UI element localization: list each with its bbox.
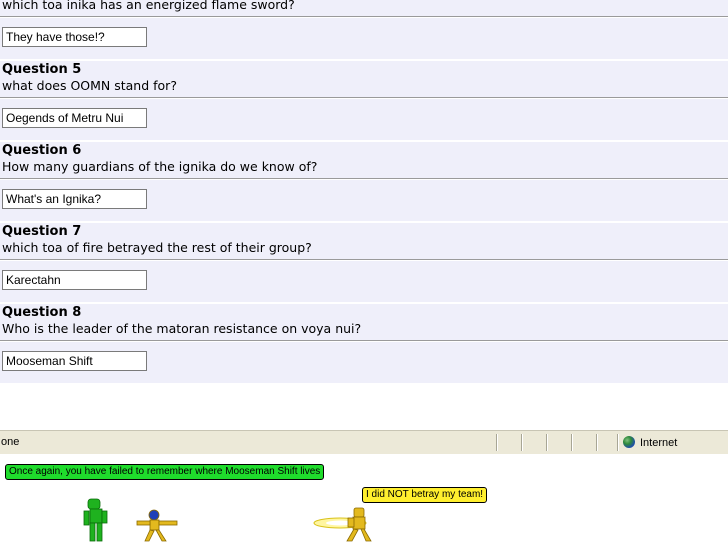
question-header: Question 7 which toa of fire betrayed th… [0, 223, 728, 259]
answer-field[interactable]: Karectahn [2, 270, 147, 290]
question-header: which toa inika has an energized flame s… [0, 0, 728, 16]
status-divider [571, 434, 573, 451]
scene-figures [83, 498, 372, 542]
question-block-8: Question 8 Who is the leader of the mato… [0, 302, 728, 383]
question-block-partial: which toa inika has an energized flame s… [0, 0, 728, 59]
question-block-6: Question 6 How many guardians of the ign… [0, 140, 728, 221]
question-text: what does OOMN stand for? [2, 78, 177, 93]
answer-row: Oegends of Metru Nui [0, 99, 728, 140]
question-title: Question 7 [2, 224, 82, 239]
question-title: Question 6 [2, 143, 82, 158]
status-divider [496, 434, 498, 451]
status-divider [546, 434, 548, 451]
answer-field[interactable]: What's an Ignika? [2, 189, 147, 209]
browser-status-bar: one Internet [0, 430, 728, 454]
answer-field[interactable]: Mooseman Shift [2, 351, 147, 371]
question-header: Question 8 Who is the leader of the mato… [0, 304, 728, 340]
gold-figure-small [136, 509, 178, 542]
question-block-5: Question 5 what does OOMN stand for? Oeg… [0, 59, 728, 140]
animation-scene: Once again, you have failed to remember … [0, 455, 728, 545]
question-title: Question 5 [2, 62, 82, 77]
question-block-7: Question 7 which toa of fire betrayed th… [0, 221, 728, 302]
answer-row: What's an Ignika? [0, 180, 728, 221]
question-text: which toa inika has an energized flame s… [2, 0, 295, 12]
question-text: How many guardians of the ignika do we k… [2, 159, 318, 174]
question-text: Who is the leader of the matoran resista… [2, 321, 362, 336]
answer-row: They have those!? [0, 18, 728, 59]
question-title: Question 8 [2, 305, 82, 320]
globe-icon [623, 436, 635, 448]
answer-field[interactable]: Oegends of Metru Nui [2, 108, 147, 128]
page-viewport: which toa inika has an energized flame s… [0, 0, 728, 427]
answer-row: Mooseman Shift [0, 342, 728, 383]
question-text: which toa of fire betrayed the rest of t… [2, 240, 312, 255]
security-zone[interactable]: Internet [623, 435, 677, 451]
gold-figure-with-sword [313, 507, 372, 542]
question-header: Question 5 what does OOMN stand for? [0, 61, 728, 97]
status-text: one [1, 436, 20, 448]
question-header: Question 6 How many guardians of the ign… [0, 142, 728, 178]
answer-row: Karectahn [0, 261, 728, 302]
answer-field[interactable]: They have those!? [2, 27, 147, 47]
status-divider [617, 434, 619, 451]
green-figure [83, 498, 108, 542]
zone-label: Internet [640, 437, 678, 449]
status-divider [596, 434, 598, 451]
status-divider [521, 434, 523, 451]
